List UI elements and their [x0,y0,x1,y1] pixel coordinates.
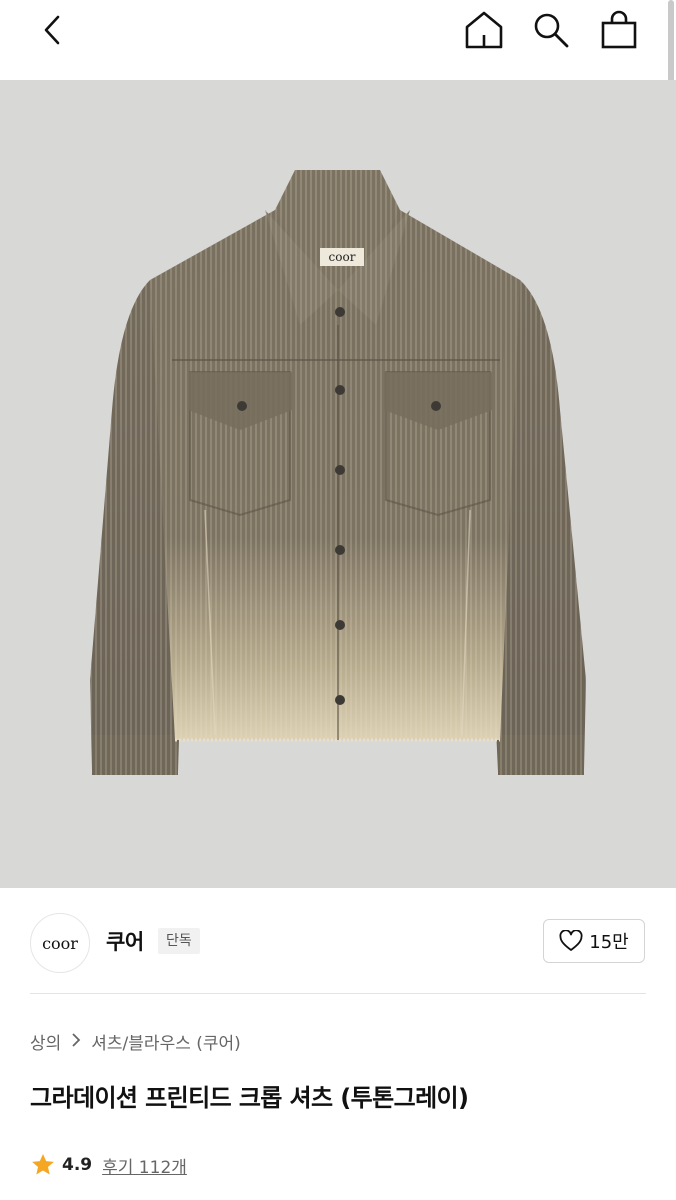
breadcrumb-item-top[interactable]: 상의 [30,1029,61,1054]
shopping-bag-icon [601,10,637,49]
divider [30,993,646,994]
top-navigation-bar [0,0,676,80]
product-title: 그라데이션 프린티드 크롭 셔츠 (투톤그레이) [30,1084,469,1112]
home-button[interactable] [460,8,508,52]
back-button[interactable] [28,8,78,52]
shirt-label-text: coor [329,250,356,264]
chevron-left-icon [44,15,60,45]
star-icon [32,1153,54,1175]
exclusive-badge: 단독 [158,928,200,954]
brand-logo[interactable]: coor [30,913,90,973]
like-button[interactable]: 15만 [543,919,645,963]
search-icon [534,13,569,48]
like-count: 15만 [589,932,629,953]
shirt-illustration: coor [90,170,586,775]
breadcrumb: 상의 셔츠/블라우스 (쿠어) [30,1029,241,1054]
home-icon [465,11,503,49]
brand-logo-text: coor [42,933,78,953]
brand-name[interactable]: 쿠어 [106,926,144,956]
search-button[interactable] [528,8,574,52]
rating-row: 4.9 후기 112개 [30,1152,187,1178]
chevron-right-icon [71,1032,81,1051]
review-count-link[interactable]: 후기 112개 [102,1153,187,1178]
breadcrumb-item-category[interactable]: 셔츠/블라우스 (쿠어) [91,1029,241,1054]
rating-score: 4.9 [62,1155,93,1175]
heart-outline-icon [559,930,583,951]
shopping-bag-button[interactable] [596,8,642,52]
brand-row: coor 쿠어 단독 15만 [0,888,676,996]
product-image[interactable]: coor [0,80,676,888]
